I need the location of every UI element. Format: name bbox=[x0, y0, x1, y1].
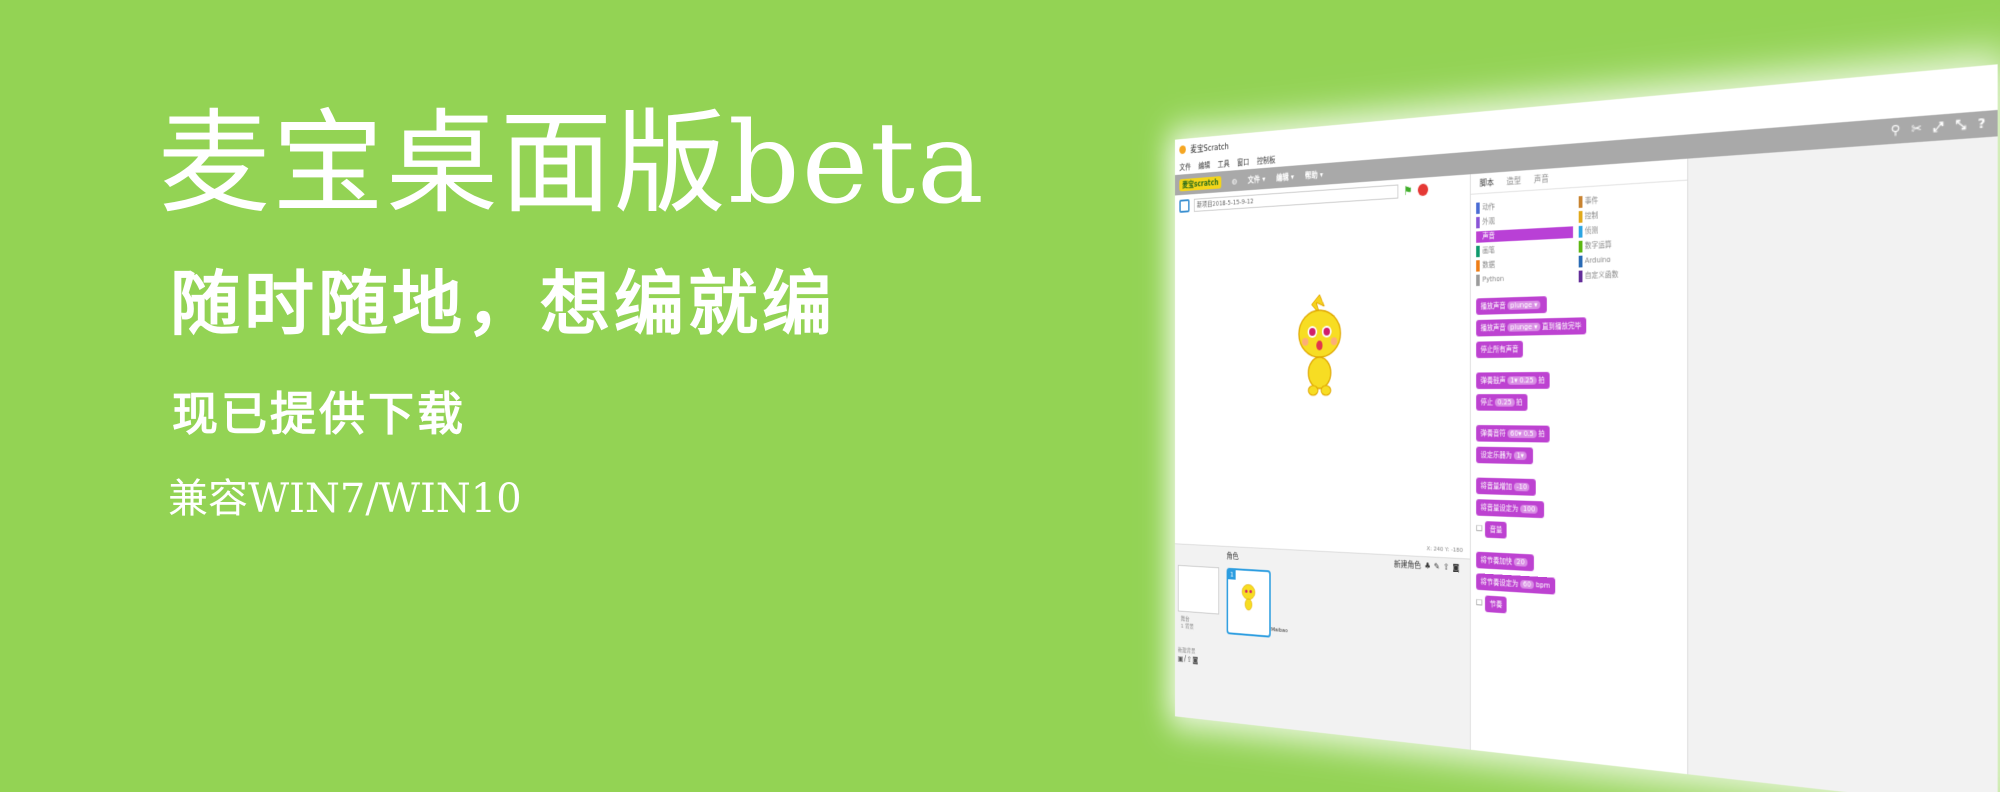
menu-item-window[interactable]: 窗口 bbox=[1237, 156, 1249, 167]
maibao-sprite[interactable] bbox=[1288, 286, 1352, 405]
maibao-thumbnail-icon bbox=[1239, 576, 1259, 616]
category-custom-functions[interactable]: 自定义函数 bbox=[1578, 266, 1682, 283]
block-tempo-reporter[interactable]: 节奏 bbox=[1485, 595, 1507, 614]
block-stop-all-sounds[interactable]: 停止所有声音 bbox=[1476, 340, 1523, 359]
block-categories: 动作 事件 外观 控制 声音 侦测 画笔 数字运算 数据 Arduino Pyt… bbox=[1471, 181, 1687, 295]
block-set-volume[interactable]: 将音量设定为 100 bbox=[1476, 499, 1545, 519]
sprite-library-icon[interactable]: ♣ bbox=[1424, 561, 1430, 570]
category-pen[interactable]: 画笔 bbox=[1476, 241, 1573, 258]
block-change-tempo[interactable]: 将节奏加快 20 bbox=[1476, 551, 1534, 572]
stage-column: 新项目2018-5-15-9-12 ⚑ X: 240 Y: -180 角色 新建… bbox=[1175, 174, 1471, 750]
new-sprite-controls: 新建角色 ♣ ✎ ⇪ ◙ bbox=[1394, 559, 1460, 574]
category-sensing[interactable]: 侦测 bbox=[1578, 220, 1682, 238]
block-palette: 脚本 造型 声音 动作 事件 外观 控制 声音 侦测 画笔 数字运算 数据 Ar… bbox=[1470, 158, 1689, 775]
category-data[interactable]: 数据 bbox=[1476, 256, 1573, 272]
stage-thumbnail[interactable] bbox=[1177, 564, 1220, 615]
app-screenshot-frame: 麦宝Scratch 文件 编辑 工具 窗口 控制板 麦宝scratch ◍ 文件… bbox=[1175, 64, 1998, 792]
category-arduino[interactable]: Arduino bbox=[1578, 251, 1682, 268]
category-operators[interactable]: 数字运算 bbox=[1578, 235, 1682, 253]
menu-item-file[interactable]: 文件 bbox=[1179, 161, 1191, 172]
toolbar-edit[interactable]: 编辑 ▾ bbox=[1276, 171, 1294, 183]
category-control[interactable]: 控制 bbox=[1578, 205, 1682, 223]
block-play-note[interactable]: 弹奏音符 60▾ 0.5 拍 bbox=[1476, 425, 1550, 443]
block-set-tempo[interactable]: 将节奏设定为 60 bpm bbox=[1476, 573, 1555, 595]
tagline: 随时随地，想编就编 bbox=[170, 262, 836, 345]
category-looks[interactable]: 外观 bbox=[1476, 211, 1573, 229]
window-title: 麦宝Scratch bbox=[1190, 141, 1229, 155]
app-logo: 麦宝scratch bbox=[1179, 175, 1222, 191]
sound-blocks: 播放声音 plunge ▾ 播放声音 plunge ▾ 直到播放完毕 停止所有声音 弹… bbox=[1471, 287, 1687, 635]
category-python[interactable]: Python bbox=[1476, 270, 1573, 287]
tempo-checkbox[interactable]: ☐ bbox=[1476, 598, 1482, 608]
sprite-panel-title: 角色 bbox=[1226, 551, 1239, 561]
menu-item-control-panel[interactable]: 控制板 bbox=[1257, 154, 1276, 166]
block-play-sound[interactable]: 播放声音 plunge ▾ bbox=[1476, 296, 1547, 315]
block-set-instrument[interactable]: 设定乐器为 1▾ bbox=[1476, 446, 1533, 465]
block-play-drum[interactable]: 弹奏鼓声 1▾ 0.25 拍 bbox=[1476, 371, 1550, 390]
stage-bg-count: 1 背景 bbox=[1180, 622, 1194, 631]
green-flag-icon[interactable]: ⚑ bbox=[1403, 183, 1412, 198]
toolbar-file[interactable]: 文件 ▾ bbox=[1248, 173, 1265, 185]
globe-icon[interactable]: ◍ bbox=[1232, 176, 1237, 185]
new-backdrop-label: 新建背景 bbox=[1177, 646, 1196, 655]
stage-thumbnail-label: 舞台 1 背景 bbox=[1181, 615, 1194, 631]
editor-area: 新项目2018-5-15-9-12 ⚑ X: 240 Y: -180 角色 新建… bbox=[1175, 136, 1998, 792]
tab-sounds[interactable]: 声音 bbox=[1534, 173, 1549, 186]
download-notice: 现已提供下载 bbox=[172, 387, 466, 441]
headline: 麦宝桌面版beta bbox=[158, 99, 986, 229]
app-icon bbox=[1179, 144, 1186, 154]
stop-icon[interactable] bbox=[1417, 183, 1428, 197]
sprite-name: Maibao bbox=[1270, 626, 1288, 635]
camera-backdrop-icon[interactable]: ◙ bbox=[1192, 656, 1198, 665]
new-sprite-label: 新建角色 bbox=[1393, 559, 1421, 571]
shrink-icon[interactable]: ⤡ bbox=[1956, 117, 1966, 134]
camera-icon[interactable]: ◙ bbox=[1453, 563, 1460, 573]
toolbar-tool-icons: ⚲ ✂ ⤢ ⤡ ? bbox=[1891, 116, 1986, 140]
stamp-icon[interactable]: ⚲ bbox=[1891, 122, 1900, 139]
category-sound[interactable]: 声音 bbox=[1476, 226, 1573, 243]
block-rest[interactable]: 停止 0.25 拍 bbox=[1476, 394, 1528, 411]
sprite-thumbnail-maibao[interactable]: 1 Maibao bbox=[1226, 567, 1288, 638]
sprite-panel: 角色 新建角色 ♣ ✎ ⇪ ◙ 舞台 1 背景 新建背景 ▣/⇪◙ 1 Maib… bbox=[1175, 543, 1470, 750]
fullscreen-icon[interactable] bbox=[1179, 199, 1190, 213]
tab-scripts[interactable]: 脚本 bbox=[1480, 177, 1494, 189]
sprite-index-badge: 1 bbox=[1228, 569, 1236, 580]
cut-icon[interactable]: ✂ bbox=[1911, 121, 1922, 138]
stage-coordinates: X: 240 Y: -180 bbox=[1426, 545, 1463, 555]
upload-sprite-icon[interactable]: ⇪ bbox=[1443, 562, 1449, 571]
tab-costumes[interactable]: 造型 bbox=[1507, 175, 1522, 187]
menu-item-tools[interactable]: 工具 bbox=[1218, 158, 1230, 169]
volume-checkbox[interactable]: ☐ bbox=[1476, 524, 1482, 534]
block-play-sound-until-done[interactable]: 播放声音 plunge ▾ 直到播放完毕 bbox=[1476, 317, 1587, 337]
script-area[interactable] bbox=[1688, 136, 1998, 792]
help-icon[interactable]: ? bbox=[1978, 116, 1986, 133]
stage-canvas[interactable]: X: 240 Y: -180 bbox=[1175, 198, 1470, 559]
menu-item-edit[interactable]: 编辑 bbox=[1198, 160, 1210, 171]
compatibility-note: 兼容WIN7/WIN10 bbox=[168, 476, 522, 522]
backdrop-tools: ▣/⇪◙ bbox=[1178, 654, 1199, 664]
block-change-volume[interactable]: 将音量增加 -10 bbox=[1476, 477, 1537, 496]
paint-sprite-icon[interactable]: ✎ bbox=[1434, 562, 1440, 571]
toolbar-help[interactable]: 帮助 ▾ bbox=[1305, 169, 1323, 181]
block-volume-reporter[interactable]: 音量 bbox=[1485, 521, 1507, 539]
app-window: 麦宝Scratch 文件 编辑 工具 窗口 控制板 麦宝scratch ◍ 文件… bbox=[1175, 64, 1998, 792]
grow-icon[interactable]: ⤢ bbox=[1934, 119, 1944, 136]
